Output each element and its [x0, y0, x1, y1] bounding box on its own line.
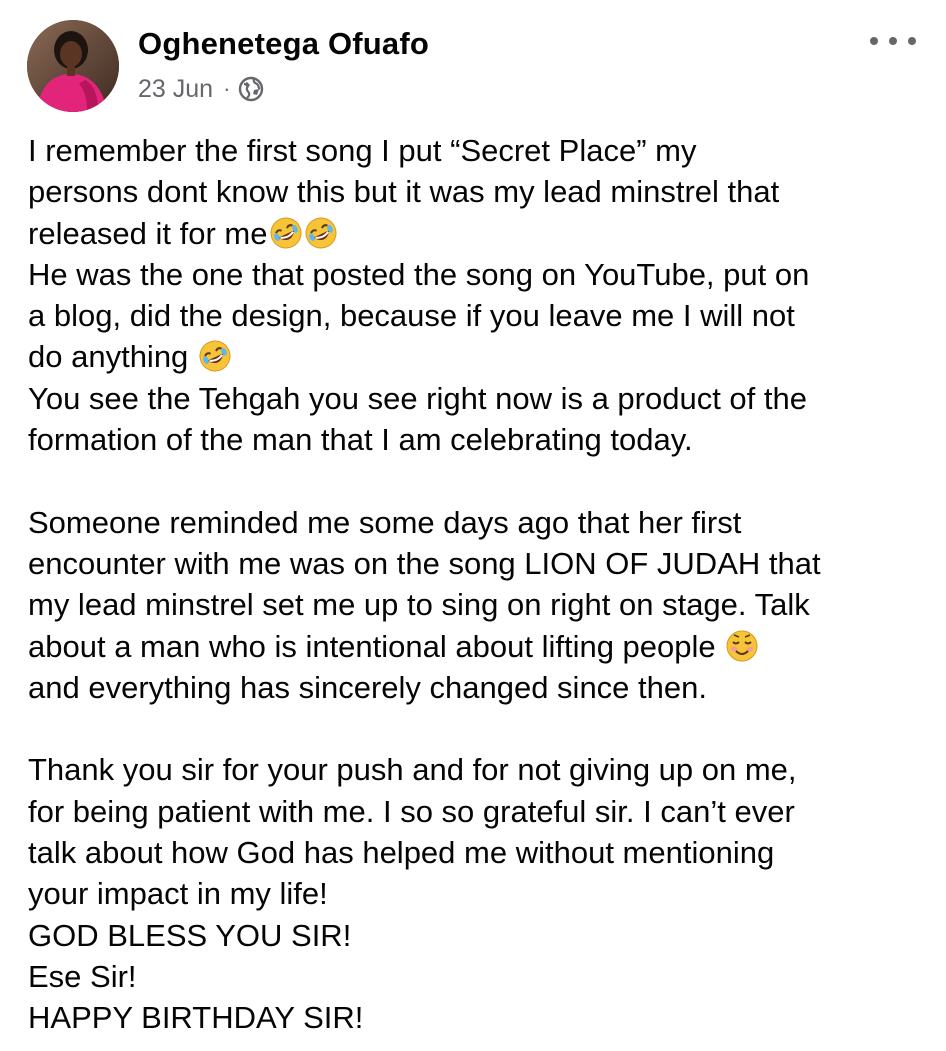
more-options-icon[interactable] [870, 26, 916, 56]
post-line: He was the one that posted the song on Y… [28, 256, 810, 292]
post-line: for being patient with me. I so so grate… [28, 793, 795, 829]
rolling-on-floor-laughing-emoji [305, 217, 336, 249]
post-line: encounter with me was on the song LION O… [28, 545, 821, 581]
post-line: GOD BLESS YOU SIR! [28, 917, 352, 953]
globe-icon[interactable] [238, 76, 264, 102]
post-line: talk about how God has helped me without… [28, 835, 775, 871]
post-text: I remember the first song I put “Secret … [28, 130, 933, 1039]
post-meta: 23 Jun · [138, 73, 264, 105]
post-line: your impact in my life! [28, 876, 328, 912]
more-dot [870, 37, 878, 45]
facebook-post: Oghenetega Ofuafo 23 Jun · I remember th… [0, 0, 946, 1051]
post-line: HAPPY BIRTHDAY SIR! [28, 1000, 364, 1036]
rolling-on-floor-laughing-emoji [270, 217, 301, 249]
author-avatar[interactable] [27, 20, 119, 112]
post-line: I remember the first song I put “Secret … [28, 133, 697, 168]
post-line: released it for me [28, 213, 933, 254]
post-line: Someone reminded me some days ago that h… [28, 504, 742, 540]
more-dot [889, 37, 897, 45]
post-line: about a man who is intentional about lif… [28, 626, 933, 667]
smiling-face-emoji [726, 630, 758, 662]
author-name[interactable]: Oghenetega Ofuafo [138, 26, 429, 62]
post-line: Thank you sir for your push and for not … [28, 752, 797, 788]
post-line: formation of the man that I am celebrati… [28, 422, 693, 458]
meta-separator: · [223, 76, 231, 101]
more-dot [908, 37, 916, 45]
post-line: do anything [28, 336, 933, 377]
avatar-photo [27, 20, 119, 112]
post-line: You see the Tehgah you see right now is … [28, 380, 807, 416]
post-line: my lead minstrel set me up to sing on ri… [28, 587, 810, 623]
post-line: persons dont know this but it was my lea… [28, 174, 780, 210]
post-line: and everything has sincerely changed sin… [28, 669, 707, 705]
post-line: Ese Sir! [28, 958, 137, 994]
paragraph-break [28, 460, 933, 501]
paragraph-break [28, 708, 933, 749]
rolling-on-floor-laughing-emoji [199, 340, 231, 372]
post-line: a blog, did the design, because if you l… [28, 298, 795, 334]
post-date[interactable]: 23 Jun [138, 75, 213, 104]
